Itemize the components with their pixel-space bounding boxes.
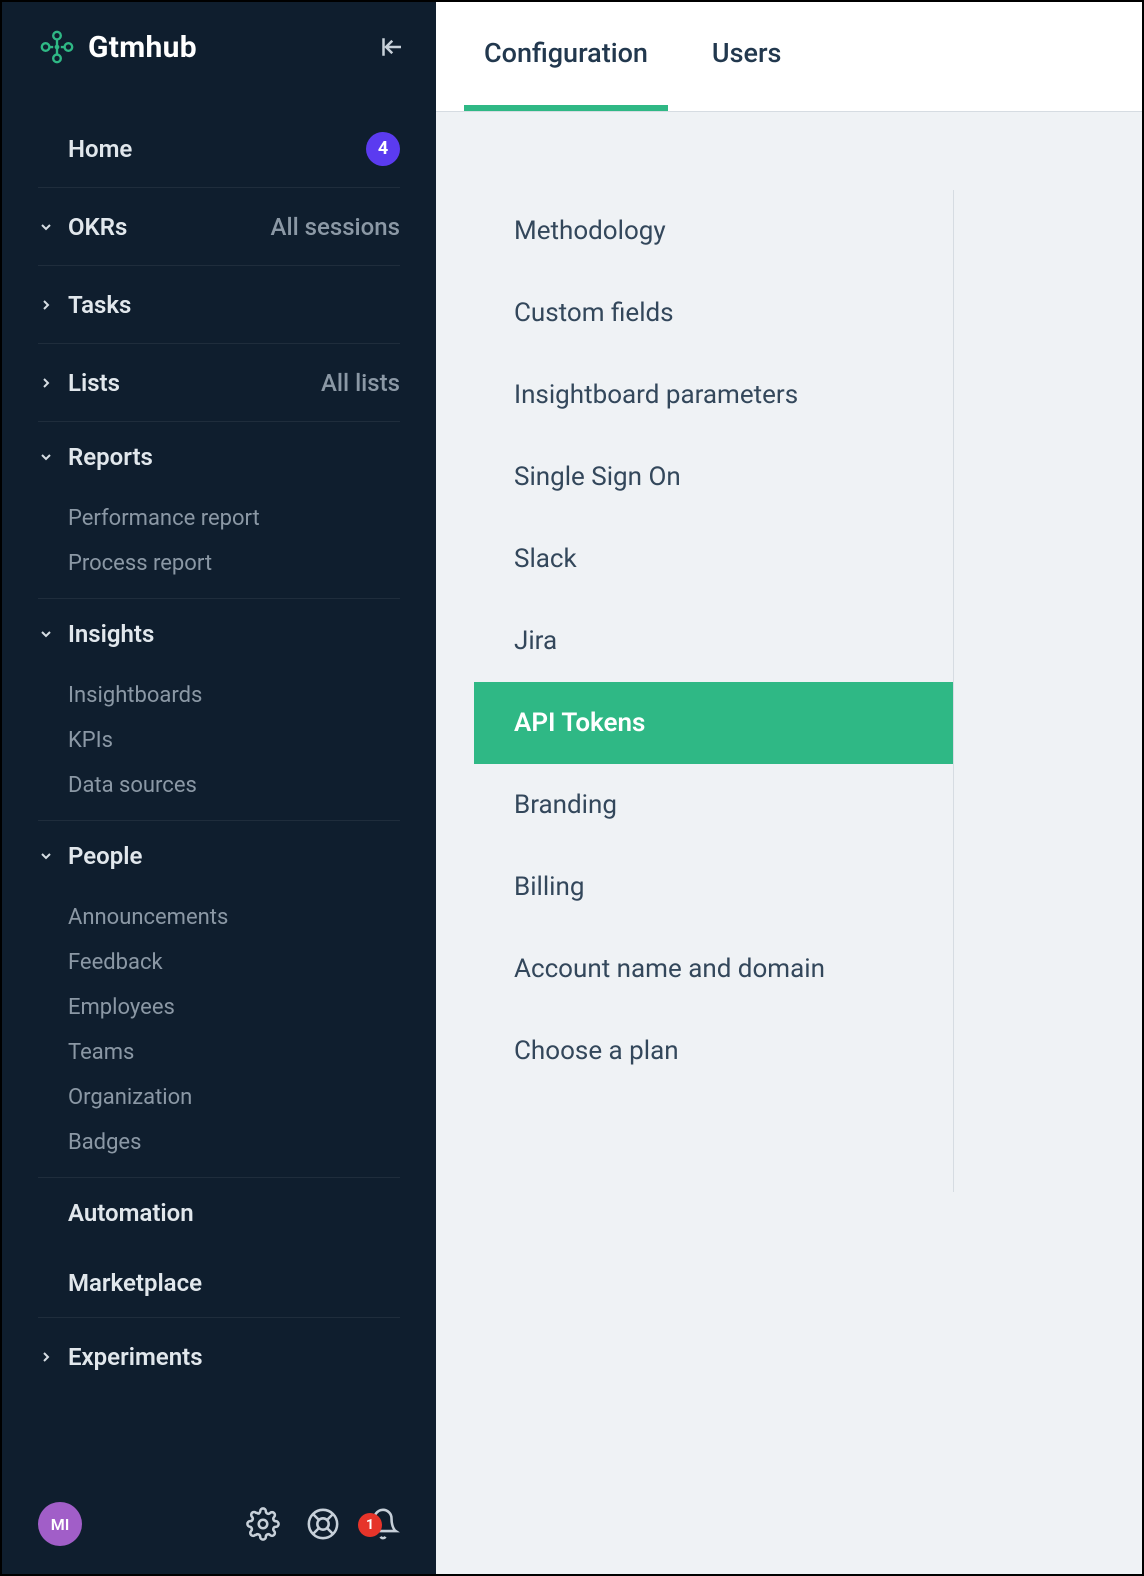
insights-sublist: Insightboards KPIs Data sources bbox=[38, 669, 400, 821]
main: Configuration Users Methodology Custom f… bbox=[436, 2, 1142, 1574]
sidebar-subitem[interactable]: Employees bbox=[68, 985, 400, 1030]
sidebar-item-right[interactable]: All lists bbox=[321, 369, 400, 397]
sidebar-subitem[interactable]: Performance report bbox=[68, 496, 400, 541]
home-badge: 4 bbox=[366, 132, 400, 166]
sidebar-nav: Home 4 OKRs All sessions Tasks bbox=[2, 92, 436, 1474]
settings-item-account-name-and-domain[interactable]: Account name and domain bbox=[474, 928, 953, 1010]
settings-item-insightboard-parameters[interactable]: Insightboard parameters bbox=[474, 354, 953, 436]
sidebar-item-label: Insights bbox=[68, 620, 154, 648]
settings-panel: Methodology Custom fields Insightboard p… bbox=[474, 190, 954, 1192]
chevron-down-icon bbox=[38, 848, 68, 864]
logo-icon bbox=[38, 28, 76, 66]
settings-item-slack[interactable]: Slack bbox=[474, 518, 953, 600]
chevron-down-icon bbox=[38, 626, 68, 642]
sidebar-subitem[interactable]: Insightboards bbox=[68, 673, 400, 718]
tabbar: Configuration Users bbox=[436, 2, 1142, 112]
avatar[interactable]: MI bbox=[38, 1502, 82, 1546]
sidebar-item-label: Home bbox=[68, 135, 132, 163]
chevron-down-icon bbox=[38, 449, 68, 465]
logo[interactable]: Gtmhub bbox=[38, 28, 197, 66]
sidebar: Gtmhub Home 4 OKRs bbox=[2, 2, 436, 1574]
sidebar-item-label: Tasks bbox=[68, 291, 131, 319]
reports-sublist: Performance report Process report bbox=[38, 492, 400, 599]
help-icon[interactable] bbox=[306, 1507, 340, 1541]
sidebar-item-right[interactable]: All sessions bbox=[271, 213, 400, 241]
sidebar-item-home[interactable]: Home 4 bbox=[38, 110, 400, 188]
collapse-sidebar-button[interactable] bbox=[376, 32, 406, 62]
settings-item-billing[interactable]: Billing bbox=[474, 846, 953, 928]
sidebar-item-marketplace[interactable]: Marketplace bbox=[38, 1248, 400, 1318]
sidebar-header: Gtmhub bbox=[2, 2, 436, 92]
settings-item-jira[interactable]: Jira bbox=[474, 600, 953, 682]
sidebar-subitem[interactable]: Process report bbox=[68, 541, 400, 586]
app-name: Gtmhub bbox=[88, 30, 197, 65]
sidebar-item-label: Marketplace bbox=[68, 1269, 202, 1297]
sidebar-subitem[interactable]: Feedback bbox=[68, 940, 400, 985]
chevron-right-icon bbox=[38, 1349, 68, 1365]
chevron-right-icon bbox=[38, 375, 68, 391]
tab-configuration[interactable]: Configuration bbox=[464, 1, 668, 111]
settings-item-api-tokens[interactable]: API Tokens bbox=[474, 682, 953, 764]
sidebar-item-experiments[interactable]: Experiments bbox=[38, 1318, 400, 1396]
sidebar-subitem[interactable]: Badges bbox=[68, 1120, 400, 1165]
sidebar-item-label: Reports bbox=[68, 443, 153, 471]
settings-item-single-sign-on[interactable]: Single Sign On bbox=[474, 436, 953, 518]
sidebar-item-lists[interactable]: Lists All lists bbox=[38, 344, 400, 422]
chevron-down-icon bbox=[38, 219, 68, 235]
sidebar-subitem[interactable]: Organization bbox=[68, 1075, 400, 1120]
people-sublist: Announcements Feedback Employees Teams O… bbox=[38, 891, 400, 1178]
sidebar-item-label: Lists bbox=[68, 369, 120, 397]
sidebar-item-label: OKRs bbox=[68, 213, 127, 241]
sidebar-footer: MI 1 bbox=[2, 1474, 436, 1574]
sidebar-item-label: Experiments bbox=[68, 1343, 203, 1371]
tab-users[interactable]: Users bbox=[692, 1, 801, 111]
sidebar-item-label: Automation bbox=[68, 1199, 194, 1227]
settings-item-methodology[interactable]: Methodology bbox=[474, 190, 953, 272]
sidebar-subitem[interactable]: KPIs bbox=[68, 718, 400, 763]
settings-item-choose-a-plan[interactable]: Choose a plan bbox=[474, 1010, 953, 1092]
sidebar-subitem[interactable]: Announcements bbox=[68, 895, 400, 940]
sidebar-item-tasks[interactable]: Tasks bbox=[38, 266, 400, 344]
sidebar-item-automation[interactable]: Automation bbox=[38, 1178, 400, 1248]
notification-badge: 1 bbox=[358, 1513, 382, 1537]
sidebar-subitem[interactable]: Teams bbox=[68, 1030, 400, 1075]
settings-item-custom-fields[interactable]: Custom fields bbox=[474, 272, 953, 354]
gear-icon[interactable] bbox=[246, 1507, 280, 1541]
content: Methodology Custom fields Insightboard p… bbox=[436, 112, 1142, 1574]
sidebar-item-people[interactable]: People bbox=[38, 821, 400, 891]
bell-icon[interactable]: 1 bbox=[366, 1507, 400, 1541]
sidebar-item-insights[interactable]: Insights bbox=[38, 599, 400, 669]
sidebar-subitem[interactable]: Data sources bbox=[68, 763, 400, 808]
sidebar-item-okrs[interactable]: OKRs All sessions bbox=[38, 188, 400, 266]
sidebar-item-reports[interactable]: Reports bbox=[38, 422, 400, 492]
sidebar-item-label: People bbox=[68, 842, 142, 870]
chevron-right-icon bbox=[38, 297, 68, 313]
settings-item-branding[interactable]: Branding bbox=[474, 764, 953, 846]
